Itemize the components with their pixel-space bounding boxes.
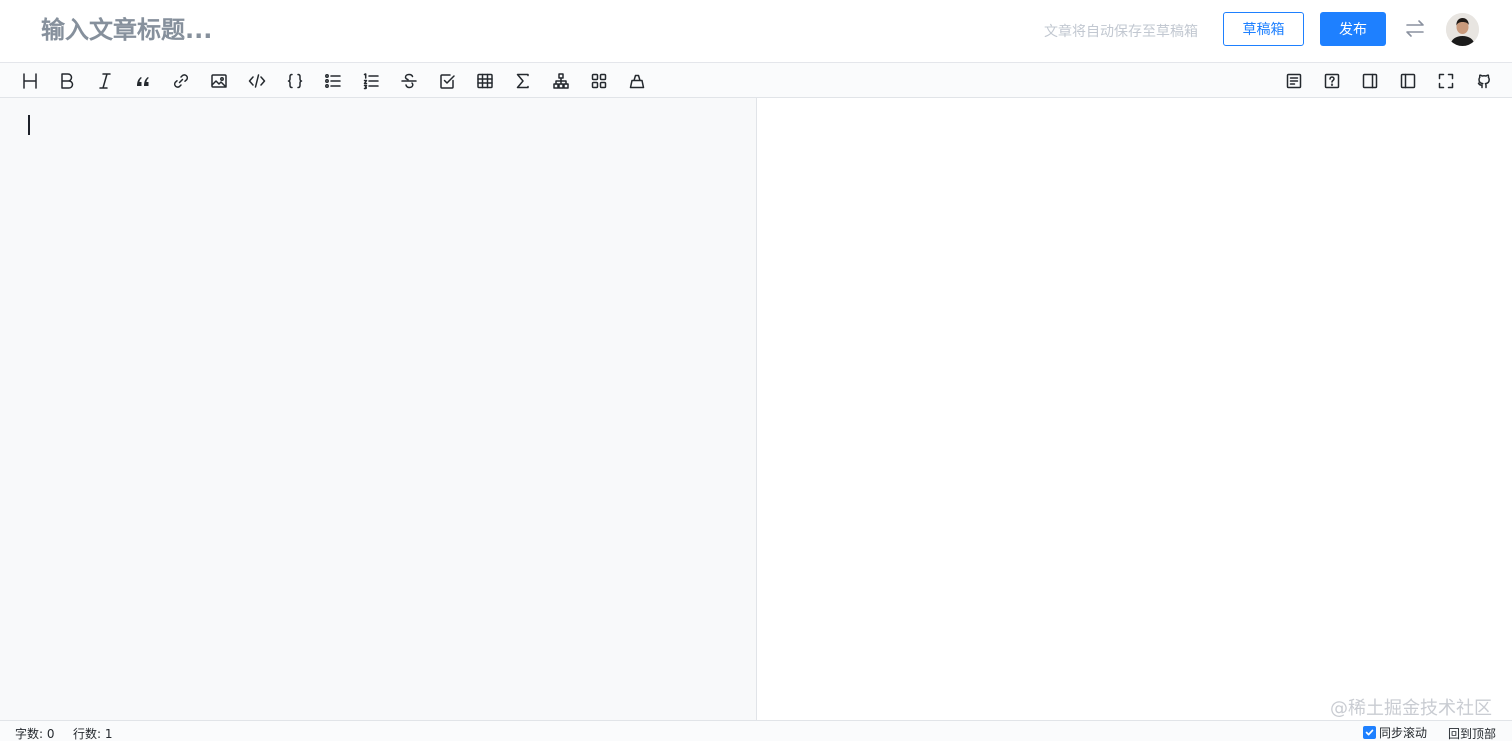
code-icon[interactable] <box>245 69 269 93</box>
clear-icon[interactable] <box>625 69 649 93</box>
sigma-icon[interactable] <box>511 69 535 93</box>
markdown-preview-pane: @稀土掘金技术社区 <box>758 98 1512 720</box>
strikethrough-icon[interactable] <box>397 69 421 93</box>
italic-icon[interactable] <box>93 69 117 93</box>
word-count: 字数: 0 <box>15 727 55 741</box>
link-icon[interactable] <box>169 69 193 93</box>
article-title-input[interactable] <box>41 12 941 48</box>
grid-icon[interactable] <box>587 69 611 93</box>
bold-icon[interactable] <box>55 69 79 93</box>
drafts-button[interactable]: 草稿箱 <box>1223 12 1304 46</box>
bullet-list-icon[interactable] <box>321 69 345 93</box>
image-icon[interactable] <box>207 69 231 93</box>
code-block-icon[interactable] <box>283 69 307 93</box>
ordered-list-icon[interactable] <box>359 69 383 93</box>
github-icon[interactable] <box>1472 69 1496 93</box>
quote-icon[interactable] <box>131 69 155 93</box>
checkbox-icon[interactable] <box>435 69 459 93</box>
site-watermark: @稀土掘金技术社区 <box>1330 698 1492 719</box>
sync-scroll-label: 同步滚动 <box>1379 726 1428 740</box>
heading-icon[interactable] <box>18 69 42 93</box>
markdown-toolbar <box>0 63 1512 98</box>
table-icon[interactable] <box>473 69 497 93</box>
publish-button[interactable]: 发布 <box>1320 12 1386 46</box>
sync-scroll-checkbox[interactable] <box>1363 726 1376 739</box>
toc-icon[interactable] <box>1282 69 1306 93</box>
user-avatar[interactable] <box>1446 13 1479 46</box>
sidebar-left-icon[interactable] <box>1396 69 1420 93</box>
sync-scroll-toggle[interactable]: 同步滚动 <box>1363 724 1427 741</box>
text-cursor <box>28 115 30 135</box>
switch-editor-icon[interactable] <box>1402 16 1428 42</box>
help-icon[interactable] <box>1320 69 1344 93</box>
back-to-top-link[interactable]: 回到顶部 <box>1448 725 1496 742</box>
diagram-icon[interactable] <box>549 69 573 93</box>
fullscreen-icon[interactable] <box>1434 69 1458 93</box>
sidebar-right-icon[interactable] <box>1358 69 1382 93</box>
markdown-editor-pane[interactable] <box>0 98 757 720</box>
line-count: 行数: 1 <box>73 727 113 741</box>
status-bar: 字数: 0 行数: 1 同步滚动 回到顶部 <box>0 720 1512 741</box>
editor-header: 文章将自动保存至草稿箱 草稿箱 发布 <box>0 0 1512 63</box>
autosave-hint: 文章将自动保存至草稿箱 <box>1044 24 1198 40</box>
